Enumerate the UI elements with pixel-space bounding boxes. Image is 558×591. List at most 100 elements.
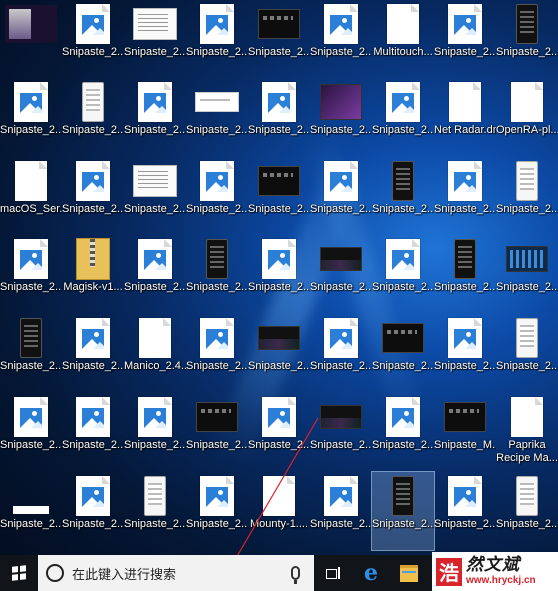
desktop-icon[interactable]: Snipaste_2... <box>124 157 186 235</box>
desktop-icon[interactable]: Net Radar.dmg <box>434 78 496 156</box>
desktop-icon[interactable]: Snipaste_2... <box>496 235 558 313</box>
desktop-icon[interactable]: Paprika Recipe Ma... <box>496 393 558 471</box>
desktop-icon-label: Snipaste_2... <box>62 124 124 136</box>
desktop-icon[interactable]: Snipaste_2... <box>248 393 310 471</box>
desktop-icon[interactable]: Mounty-1.... <box>248 472 310 550</box>
desktop-icon[interactable]: Snipaste_2... <box>372 393 434 471</box>
image-file-icon <box>200 161 234 201</box>
icon-thumbnail <box>253 237 305 281</box>
screenshot-thumbnail <box>392 476 414 516</box>
desktop-icon[interactable]: Snipaste_2... <box>124 78 186 156</box>
desktop-icon[interactable]: Snipaste_2... <box>310 157 372 235</box>
task-view-button[interactable] <box>314 555 352 591</box>
desktop-icon[interactable]: Snipaste_2... <box>186 472 248 550</box>
microphone-icon[interactable] <box>291 566 300 584</box>
desktop-icon[interactable] <box>0 0 62 78</box>
desktop-icon[interactable]: Snipaste_2... <box>0 393 62 471</box>
desktop-icon[interactable]: Snipaste_2... <box>496 0 558 78</box>
desktop-icon-label: Snipaste_2... <box>310 203 372 215</box>
desktop-icon[interactable]: Snipaste_2... <box>186 235 248 313</box>
desktop-icon[interactable]: Snipaste_2... <box>62 157 124 235</box>
image-file-icon <box>76 161 110 201</box>
desktop-icon[interactable]: Snipaste_2... <box>248 0 310 78</box>
image-file-icon <box>262 82 296 122</box>
desktop-icon[interactable]: Snipaste_2... <box>248 157 310 235</box>
desktop-icon[interactable]: Snipaste_2... <box>372 314 434 392</box>
desktop-icon[interactable]: Snipaste_2... <box>310 235 372 313</box>
desktop-icon-label: OpenRA-pl... <box>496 124 558 136</box>
desktop-icon[interactable]: OpenRA-pl... <box>496 78 558 156</box>
screenshot-thumbnail <box>258 166 300 196</box>
desktop-icon[interactable]: Snipaste_2... <box>496 157 558 235</box>
desktop-icon[interactable]: Snipaste_2... <box>371 471 435 551</box>
desktop-icon-label: Snipaste_2... <box>248 360 310 372</box>
desktop-icon[interactable]: Snipaste_2... <box>62 78 124 156</box>
desktop-icon[interactable]: Snipaste_2... <box>186 0 248 78</box>
desktop-icon[interactable]: Snipaste_2... <box>434 157 496 235</box>
desktop-icon[interactable]: Snipaste_2... <box>186 314 248 392</box>
icon-thumbnail <box>377 237 429 281</box>
desktop-icon[interactable]: Magisk-v1... <box>62 235 124 313</box>
desktop-icon[interactable]: Multitouch... <box>372 0 434 78</box>
desktop-icon-label: Snipaste_2... <box>310 439 372 451</box>
watermark: 浩 然文斌 www.hryckj.cn <box>432 552 558 591</box>
icon-thumbnail <box>67 2 119 46</box>
desktop-icon[interactable]: Snipaste_2... <box>372 235 434 313</box>
desktop-icon[interactable]: Snipaste_2... <box>434 235 496 313</box>
desktop-icon-label: Snipaste_2... <box>372 203 434 215</box>
desktop-icon[interactable]: Snipaste_2... <box>62 314 124 392</box>
desktop-icon[interactable]: Snipaste_2... <box>0 235 62 313</box>
icon-thumbnail <box>501 237 553 281</box>
desktop-icon[interactable]: Snipaste_2... <box>186 78 248 156</box>
desktop-icon[interactable]: Snipaste_2... <box>310 472 372 550</box>
desktop-icon-label: Snipaste_2... <box>310 281 372 293</box>
desktop-icon[interactable]: Snipaste_2... <box>62 393 124 471</box>
desktop-icon[interactable]: Snipaste_2... <box>434 314 496 392</box>
desktop-icon[interactable]: Snipaste_2... <box>0 314 62 392</box>
image-file-icon <box>386 397 420 437</box>
desktop-icon[interactable]: Snipaste_2... <box>186 393 248 471</box>
desktop-icon[interactable]: Manico_2.4... <box>124 314 186 392</box>
desktop-icon[interactable]: Snipaste_2... <box>62 472 124 550</box>
desktop-icon[interactable]: Snipaste_2... <box>124 472 186 550</box>
desktop-icon[interactable]: Snipaste_2... <box>124 0 186 78</box>
taskbar-search-box[interactable]: 在此键入进行搜索 <box>38 555 314 591</box>
desktop-icon[interactable]: Snipaste_2... <box>124 393 186 471</box>
desktop-icon[interactable]: macOS_Ser... <box>0 157 62 235</box>
desktop-icon-label: Snipaste_2... <box>0 281 62 293</box>
icon-thumbnail <box>439 2 491 46</box>
desktop-icon[interactable]: Snipaste_2... <box>310 0 372 78</box>
desktop-icon-label: Snipaste_2... <box>434 518 496 530</box>
file-explorer-button[interactable] <box>390 555 428 591</box>
desktop-icon[interactable]: Snipaste_2... <box>496 472 558 550</box>
desktop-icon-label: Snipaste_2... <box>496 46 558 58</box>
icon-thumbnail <box>5 159 57 203</box>
desktop-icon[interactable]: Snipaste_2... <box>62 0 124 78</box>
desktop-icon[interactable]: Snipaste_2... <box>248 235 310 313</box>
edge-icon: e <box>364 560 378 586</box>
icon-thumbnail <box>253 395 305 439</box>
desktop-icon[interactable]: Snipaste_2... <box>186 157 248 235</box>
edge-button[interactable]: e <box>352 555 390 591</box>
desktop-icon[interactable]: Snipaste_2... <box>248 78 310 156</box>
desktop-icon[interactable]: Snipaste_2... <box>248 314 310 392</box>
desktop-icon[interactable]: Snipaste_M... <box>434 393 496 471</box>
desktop-icon[interactable]: Snipaste_2... <box>310 78 372 156</box>
icon-thumbnail <box>5 474 57 518</box>
desktop-icon[interactable]: Snipaste_2... <box>372 157 434 235</box>
icon-thumbnail <box>439 316 491 360</box>
screenshot-thumbnail <box>444 402 486 432</box>
desktop-icon[interactable]: Snipaste_2... <box>124 235 186 313</box>
desktop-icon[interactable]: Snipaste_2... <box>0 472 62 550</box>
desktop-icon[interactable]: Snipaste_2... <box>434 472 496 550</box>
desktop-icon[interactable]: Snipaste_2... <box>310 393 372 471</box>
desktop-icon[interactable]: Snipaste_2... <box>434 0 496 78</box>
icon-thumbnail <box>439 237 491 281</box>
desktop-icon[interactable]: Snipaste_2... <box>496 314 558 392</box>
desktop-icon[interactable]: Snipaste_2... <box>310 314 372 392</box>
start-button[interactable] <box>0 555 38 591</box>
desktop-icon[interactable]: Snipaste_2... <box>372 78 434 156</box>
desktop-icon[interactable]: Snipaste_2... <box>0 78 62 156</box>
icon-thumbnail <box>5 395 57 439</box>
icon-thumbnail <box>67 316 119 360</box>
